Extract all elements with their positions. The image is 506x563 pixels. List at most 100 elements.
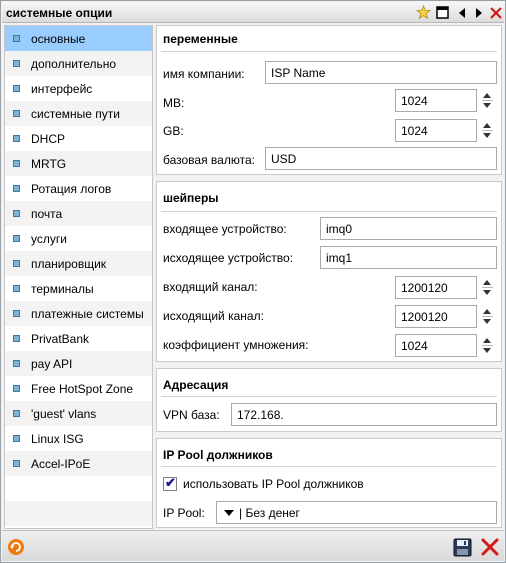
sidebar-item-label: интерфейс [31, 81, 93, 96]
sidebar-item-interface[interactable]: интерфейс [5, 76, 152, 101]
company-name-input[interactable]: ISP Name [265, 61, 497, 84]
multiplier-input[interactable]: 1024 [395, 334, 477, 357]
incoming-channel-label: входящий канал: [163, 280, 258, 294]
addressing-heading: Адресация [163, 378, 229, 392]
outgoing-device-input[interactable]: imq1 [320, 246, 497, 269]
cancel-icon[interactable] [480, 537, 500, 557]
dropdown-arrow-icon [224, 510, 234, 516]
sidebar-item-mrtg[interactable]: MRTG [5, 151, 152, 176]
sidebar-item-mail[interactable]: почта [5, 201, 152, 226]
sidebar-item-label: PrivatBank [31, 331, 90, 346]
divider [161, 211, 497, 212]
base-currency-label: базовая валюта: [163, 153, 255, 167]
ip-pool-select[interactable]: | Без денег [216, 501, 497, 524]
sidebar: основные дополнительно интерфейс системн… [4, 25, 153, 529]
bullet-icon [13, 285, 20, 292]
save-icon[interactable] [452, 537, 472, 557]
sidebar-item-label: услуги [31, 231, 67, 246]
sidebar-item-label: терминалы [31, 281, 94, 296]
ip-pool-select-value: | Без денег [239, 506, 300, 520]
sidebar-item-accel-ipoe[interactable]: Accel-IPoE [5, 451, 152, 476]
sidebar-item-label: DHCP [31, 131, 66, 146]
base-currency-input[interactable]: USD [265, 147, 497, 170]
incoming-channel-stepper[interactable] [481, 276, 497, 299]
sidebar-item-label: Linux ISG [31, 431, 84, 446]
sidebar-item-label: 'guest' vlans [31, 406, 97, 421]
sidebar-empty-row [5, 476, 152, 501]
sidebar-item-label: планировщик [31, 256, 107, 271]
divider [161, 51, 497, 52]
outgoing-channel-label: исходящий канал: [163, 309, 264, 323]
sidebar-item-privatbank[interactable]: PrivatBank [5, 326, 152, 351]
sidebar-item-label: платежные системы [31, 306, 144, 321]
variables-panel: переменные имя компании: ISP Name MB: 10… [156, 25, 502, 175]
outgoing-channel-input[interactable]: 1200120 [395, 305, 477, 328]
shapers-panel: шейперы входящее устройство: imq0 исходя… [156, 181, 502, 362]
sidebar-item-linux-isg[interactable]: Linux ISG [5, 426, 152, 451]
bullet-icon [13, 60, 20, 67]
gb-stepper[interactable] [481, 119, 497, 142]
ip-pool-label: IP Pool: [163, 506, 205, 520]
incoming-device-input[interactable]: imq0 [320, 217, 497, 240]
star-icon[interactable] [416, 5, 431, 20]
vpn-base-label: VPN база: [163, 408, 220, 422]
sidebar-item-label: Ротация логов [31, 181, 112, 196]
sidebar-item-guest-vlans[interactable]: 'guest' vlans [5, 401, 152, 426]
sidebar-item-services[interactable]: услуги [5, 226, 152, 251]
shapers-heading: шейперы [163, 191, 219, 205]
close-icon[interactable] [488, 5, 503, 20]
sidebar-item-main[interactable]: основные [5, 26, 152, 51]
mb-stepper[interactable] [481, 89, 497, 112]
incoming-device-label: входящее устройство: [163, 222, 287, 236]
sidebar-item-log-rotation[interactable]: Ротация логов [5, 176, 152, 201]
sidebar-item-scheduler[interactable]: планировщик [5, 251, 152, 276]
gb-input[interactable]: 1024 [395, 119, 477, 142]
sidebar-item-system-paths[interactable]: системные пути [5, 101, 152, 126]
bullet-icon [13, 85, 20, 92]
sidebar-item-payment-systems[interactable]: платежные системы [5, 301, 152, 326]
title-bar: системные опции [2, 2, 504, 23]
sidebar-item-pay-api[interactable]: pay API [5, 351, 152, 376]
sidebar-item-additional[interactable]: дополнительно [5, 51, 152, 76]
footer-toolbar [2, 530, 504, 561]
window-icon[interactable] [435, 5, 450, 20]
multiplier-stepper[interactable] [481, 334, 497, 357]
sidebar-item-terminals[interactable]: терминалы [5, 276, 152, 301]
bullet-icon [13, 310, 20, 317]
sidebar-item-label: MRTG [31, 156, 67, 171]
sidebar-item-dhcp[interactable]: DHCP [5, 126, 152, 151]
bullet-icon [13, 235, 20, 242]
bullet-icon [13, 335, 20, 342]
outgoing-device-label: исходящее устройство: [163, 251, 294, 265]
outgoing-channel-stepper[interactable] [481, 305, 497, 328]
checkmark-icon: ✔ [165, 475, 176, 490]
divider [161, 396, 497, 397]
multiplier-label: коэффициент умножения: [163, 338, 309, 352]
bullet-icon [13, 360, 20, 367]
ip-pool-heading: IP Pool должников [163, 448, 273, 462]
sidebar-item-label: почта [31, 206, 63, 221]
bullet-icon [13, 210, 20, 217]
bullet-icon [13, 110, 20, 117]
bullet-icon [13, 385, 20, 392]
sidebar-item-label: основные [31, 31, 86, 46]
bullet-icon [13, 185, 20, 192]
gb-label: GB: [163, 124, 184, 138]
mb-input[interactable]: 1024 [395, 89, 477, 112]
bullet-icon [13, 460, 20, 467]
variables-heading: переменные [163, 32, 238, 46]
bullet-icon [13, 160, 20, 167]
vpn-base-input[interactable]: 172.168. [231, 403, 497, 426]
sidebar-empty-row [5, 501, 152, 526]
refresh-icon[interactable] [6, 537, 26, 557]
bullet-icon [13, 35, 20, 42]
use-ip-pool-checkbox[interactable]: ✔ [163, 475, 177, 491]
arrow-right-icon[interactable] [471, 5, 486, 20]
sidebar-item-label: pay API [31, 356, 73, 371]
sidebar-item-free-hotspot-zone[interactable]: Free HotSpot Zone [5, 376, 152, 401]
arrow-left-icon[interactable] [454, 5, 469, 20]
incoming-channel-input[interactable]: 1200120 [395, 276, 477, 299]
sidebar-item-label: Accel-IPoE [31, 456, 91, 471]
sidebar-item-label: дополнительно [31, 56, 117, 71]
divider [161, 466, 497, 467]
